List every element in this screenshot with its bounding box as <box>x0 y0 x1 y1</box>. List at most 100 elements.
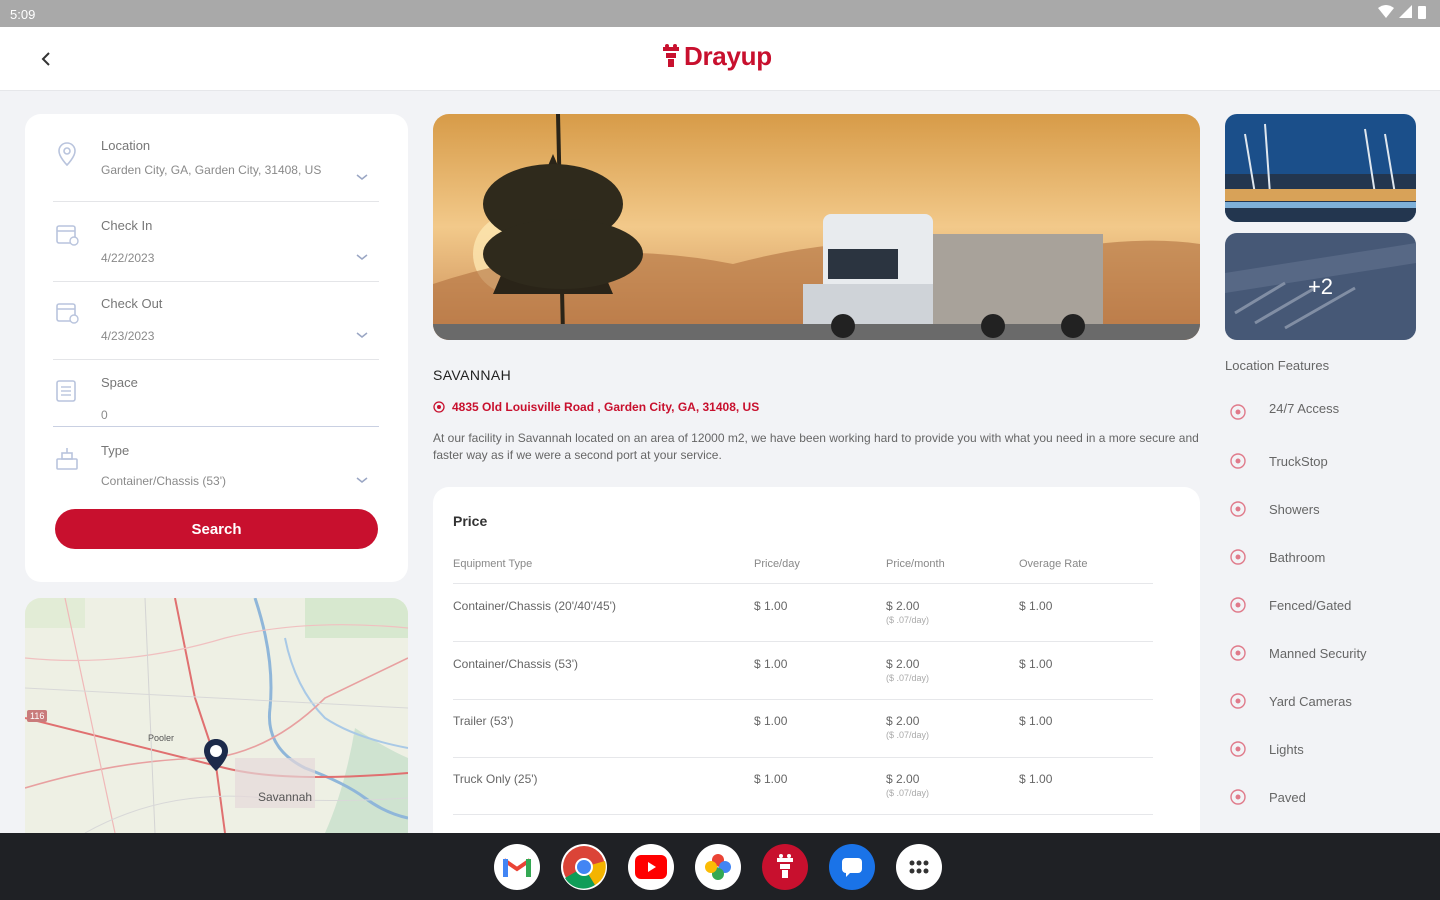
port-photo <box>1225 114 1416 222</box>
feature-check-icon <box>1230 549 1246 565</box>
photos-icon[interactable] <box>695 844 741 890</box>
price-month-per-day: ($ .07/day) <box>886 673 930 683</box>
gallery-thumbnail-more[interactable]: +2 <box>1225 233 1416 340</box>
price-title: Price <box>453 513 488 529</box>
overage-rate: $ 1.00 <box>1019 772 1053 786</box>
table-row: Container/Chassis (53') $ 1.00 $ 2.00 ($… <box>453 641 1153 699</box>
feature-check-icon <box>1230 645 1246 661</box>
calendar-icon <box>56 303 79 324</box>
feature-item: Showers <box>1229 500 1320 518</box>
feature-label: Fenced/Gated <box>1269 597 1352 613</box>
check-out-value: 4/23/2023 <box>101 329 155 343</box>
system-dock <box>0 833 1440 900</box>
gmail-icon[interactable] <box>494 844 540 890</box>
equipment-type: Container/Chassis (53') <box>453 657 579 671</box>
feature-item: 24/7 Access <box>1229 400 1340 421</box>
space-label: Space <box>101 375 138 390</box>
price-day: $ 1.00 <box>754 714 788 728</box>
logo-mark-icon <box>663 43 679 67</box>
price-card: Price Equipment Type Price/day Price/mon… <box>433 487 1200 833</box>
back-arrow-icon[interactable] <box>36 47 56 71</box>
price-day: $ 1.00 <box>754 772 788 786</box>
equipment-type: Truck Only (25') <box>453 772 538 786</box>
route-badge: 116 <box>27 710 48 722</box>
feature-label: Paved <box>1269 789 1306 805</box>
overage-rate: $ 1.00 <box>1019 599 1053 613</box>
feature-item: Yard Cameras <box>1229 692 1352 710</box>
divider <box>53 426 379 427</box>
price-month: $ 2.00 <box>886 599 920 613</box>
price-month: $ 2.00 <box>886 772 920 786</box>
price-day: $ 1.00 <box>754 599 788 613</box>
space-value[interactable]: 0 <box>101 407 108 423</box>
type-field[interactable]: Type Container/Chassis (53') <box>53 443 379 493</box>
feature-label: Manned Security <box>1269 645 1367 661</box>
map-marker-icon[interactable] <box>203 738 229 772</box>
app-drawer-icon[interactable] <box>896 844 942 890</box>
feature-item: Manned Security <box>1229 644 1367 662</box>
column-header: Equipment Type <box>453 558 533 570</box>
feature-label: Showers <box>1269 501 1320 517</box>
chevron-down-icon <box>356 477 368 483</box>
price-month-per-day: ($ .07/day) <box>886 788 930 798</box>
battery-icon <box>1418 6 1426 19</box>
location-pin-icon <box>58 142 76 167</box>
feature-item: Bathroom <box>1229 548 1325 566</box>
chrome-icon[interactable] <box>561 844 607 890</box>
column-header: Overage Rate <box>1019 558 1088 570</box>
location-field[interactable]: Location Garden City, GA, Garden City, 3… <box>53 138 379 202</box>
divider <box>53 281 379 282</box>
map-label-pooler: Pooler <box>148 733 175 743</box>
feature-item: Lights <box>1229 740 1304 758</box>
chevron-down-icon <box>356 254 368 260</box>
feature-check-icon <box>1230 789 1246 805</box>
messages-icon[interactable] <box>829 844 875 890</box>
feature-label: Lights <box>1269 741 1304 757</box>
location-map[interactable]: 116 Pooler Savannah <box>25 598 408 833</box>
feature-check-icon <box>1230 453 1246 469</box>
equipment-type: Trailer (53') <box>453 714 514 728</box>
feature-check-icon <box>1230 404 1246 420</box>
table-row: Trailer (53') $ 1.00 $ 2.00 ($ .07/day) … <box>453 699 1153 757</box>
location-features-title: Location Features <box>1225 358 1330 373</box>
price-day: $ 1.00 <box>754 657 788 671</box>
calendar-icon <box>56 225 79 246</box>
check-out-field[interactable]: Check Out 4/23/2023 <box>53 296 379 360</box>
type-label: Type <box>101 443 130 458</box>
feature-label: TruckStop <box>1269 453 1328 469</box>
app-bar: Drayup <box>0 27 1440 91</box>
search-button[interactable]: Search <box>55 509 378 549</box>
location-label: Location <box>101 138 151 153</box>
divider <box>53 201 379 202</box>
youtube-icon[interactable] <box>628 844 674 890</box>
table-row: Truck Only (25') $ 1.00 $ 2.00 ($ .07/da… <box>453 757 1153 815</box>
feature-check-icon <box>1230 501 1246 517</box>
search-form-card: Location Garden City, GA, Garden City, 3… <box>25 114 408 582</box>
feature-item: TruckStop <box>1229 452 1328 470</box>
more-photos-count: +2 <box>1307 273 1334 299</box>
feature-label: Yard Cameras <box>1269 693 1352 709</box>
map-canvas <box>25 598 408 833</box>
gallery-thumbnail-port[interactable] <box>1225 114 1416 222</box>
container-type-icon <box>56 448 78 470</box>
overage-rate: $ 1.00 <box>1019 657 1053 671</box>
status-bar: 5:09 <box>0 0 1440 27</box>
facility-description: At our facility in Savannah located on a… <box>433 431 1199 462</box>
facility-hero-image[interactable] <box>433 114 1200 340</box>
check-in-field[interactable]: Check In 4/22/2023 <box>53 218 379 282</box>
space-field[interactable]: Space 0 <box>53 375 379 427</box>
drayup-icon[interactable] <box>762 844 808 890</box>
address-pin-icon <box>433 401 445 413</box>
feature-label: 24/7 Access <box>1269 400 1340 416</box>
table-row: Container/Chassis (20'/40'/45') $ 1.00 $… <box>453 583 1153 641</box>
drayup-logo: Drayup <box>660 41 772 72</box>
feature-item: Fenced/Gated <box>1229 596 1351 614</box>
status-time: 5:09 <box>10 7 36 22</box>
type-value: Container/Chassis (53') <box>101 474 227 488</box>
overage-rate: $ 1.00 <box>1019 714 1053 728</box>
location-value: Garden City, GA, Garden City, 31408, US <box>101 163 322 177</box>
divider <box>53 359 379 360</box>
price-month-per-day: ($ .07/day) <box>886 615 930 625</box>
map-label-savannah: Savannah <box>258 790 313 804</box>
facility-address[interactable]: 4835 Old Louisville Road , Garden City, … <box>433 400 759 414</box>
